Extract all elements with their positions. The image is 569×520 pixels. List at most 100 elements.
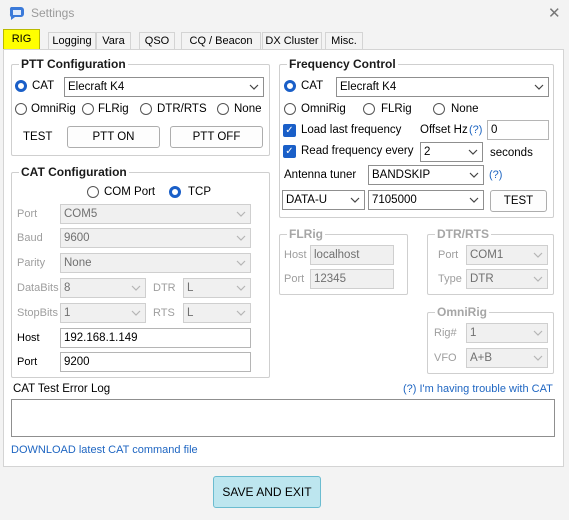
chevron-down-icon <box>236 235 246 241</box>
parity-select[interactable]: None <box>60 253 251 273</box>
chevron-down-icon <box>533 252 543 258</box>
cat-error-log-textarea[interactable] <box>11 399 555 437</box>
ptt-omnirig-radio[interactable] <box>15 103 27 115</box>
tab-cq-beacon[interactable]: CQ / Beacon <box>181 32 261 50</box>
dtr-label: DTR <box>153 282 176 294</box>
tab-rig[interactable]: RIG <box>3 29 40 50</box>
chevron-down-icon <box>469 172 479 178</box>
freq-flrig-radio[interactable] <box>363 103 375 115</box>
com-port-radio[interactable] <box>87 186 99 198</box>
ptt-cat-select[interactable]: Elecraft K4 <box>64 77 264 97</box>
freq-cat-radio[interactable] <box>284 80 296 92</box>
rts-value: L <box>187 307 194 319</box>
tab-qso[interactable]: QSO <box>139 32 175 50</box>
freq-omnirig-radio[interactable] <box>284 103 296 115</box>
chat-bubble-icon <box>9 7 24 20</box>
freq-none-radio[interactable] <box>433 103 445 115</box>
save-and-exit-button[interactable]: SAVE AND EXIT <box>213 476 321 508</box>
stopbits-label: StopBits <box>17 307 58 319</box>
download-cat-command-link[interactable]: DOWNLOAD latest CAT command file <box>11 444 198 456</box>
baud-select[interactable]: 9600 <box>60 228 251 248</box>
chevron-down-icon <box>533 276 543 282</box>
omnirig-rig-select[interactable]: 1 <box>466 323 548 343</box>
flrig-port-input[interactable]: 12345 <box>310 269 394 289</box>
dtrrts-type-label: Type <box>438 273 462 285</box>
dtrrts-type-select[interactable]: DTR <box>466 269 548 289</box>
ptt-dtr-rts-radio[interactable] <box>140 103 152 115</box>
databits-select[interactable]: 8 <box>60 278 146 298</box>
dtrrts-port-label: Port <box>438 249 459 261</box>
omnirig-vfo-label: VFO <box>434 352 457 364</box>
test-frequency-select[interactable]: 7105000 <box>368 190 484 210</box>
read-interval-value: 2 <box>424 146 431 158</box>
omnirig-rig-label: Rig# <box>434 327 457 339</box>
tuner-help-link[interactable]: (?) <box>489 169 502 181</box>
tab-logging[interactable]: Logging <box>48 32 96 50</box>
chevron-down-icon <box>131 310 141 316</box>
omnirig-vfo-select[interactable]: A+B <box>466 348 548 368</box>
ptt-off-button[interactable]: PTT OFF <box>170 126 263 148</box>
read-frequency-label: Read frequency every <box>301 145 414 157</box>
seconds-label: seconds <box>490 147 533 159</box>
freq-test-button[interactable]: TEST <box>490 190 547 212</box>
host-label: Host <box>17 332 40 344</box>
offset-hz-label: Offset Hz <box>420 124 468 136</box>
dtrrts-port-select[interactable]: COM1 <box>466 245 548 265</box>
checkmark-icon: ✓ <box>285 146 294 157</box>
chevron-down-icon <box>236 211 246 217</box>
baud-value: 9600 <box>64 232 90 244</box>
chevron-down-icon <box>469 197 479 203</box>
mode-value: DATA-U <box>286 194 328 206</box>
chevron-down-icon <box>533 330 543 336</box>
freq-omnirig-label: OmniRig <box>301 103 346 115</box>
offset-help-link[interactable]: (?) <box>469 124 482 136</box>
tab-misc[interactable]: Misc. <box>325 32 363 50</box>
freq-cat-value: Elecraft K4 <box>340 81 397 93</box>
cat-title: CAT Configuration <box>19 165 129 179</box>
flrig-port-label: Port <box>284 273 305 285</box>
ptt-none-radio[interactable] <box>217 103 229 115</box>
omnirig-vfo-value: A+B <box>470 352 493 364</box>
chevron-down-icon <box>534 84 544 90</box>
checkmark-icon: ✓ <box>285 125 294 136</box>
cat-port-select[interactable]: COM5 <box>60 204 251 224</box>
chevron-down-icon <box>249 84 259 90</box>
tab-vara[interactable]: Vara <box>96 32 131 50</box>
tcp-radio[interactable] <box>169 186 181 198</box>
ptt-cat-radio[interactable] <box>15 80 27 92</box>
parity-value: None <box>64 257 92 269</box>
tab-dx-cluster[interactable]: DX Cluster <box>262 32 322 50</box>
stopbits-select[interactable]: 1 <box>60 303 146 323</box>
freq-flrig-label: FLRig <box>381 103 412 115</box>
load-last-frequency-checkbox[interactable]: ✓ <box>283 124 296 137</box>
omnirig-rig-value: 1 <box>470 327 477 339</box>
ptt-flrig-radio[interactable] <box>82 103 94 115</box>
ptt-none-label: None <box>234 103 262 115</box>
parity-label: Parity <box>17 257 46 269</box>
tcp-port-input[interactable]: 9200 <box>60 352 251 372</box>
offset-hz-input[interactable]: 0 <box>487 120 549 140</box>
freq-cat-select[interactable]: Elecraft K4 <box>336 77 549 97</box>
cat-help-link[interactable]: (?) I'm having trouble with CAT <box>403 383 553 395</box>
host-input[interactable]: 192.168.1.149 <box>60 328 251 348</box>
dtr-select[interactable]: L <box>183 278 251 298</box>
window-title: Settings <box>31 6 75 20</box>
ptt-cat-label: CAT <box>32 80 55 92</box>
ptt-test-label[interactable]: TEST <box>23 131 52 143</box>
read-interval-select[interactable]: 2 <box>420 142 483 162</box>
read-frequency-checkbox[interactable]: ✓ <box>283 145 296 158</box>
stopbits-value: 1 <box>64 307 71 319</box>
rts-select[interactable]: L <box>183 303 251 323</box>
chevron-down-icon <box>131 285 141 291</box>
mode-select[interactable]: DATA-U <box>282 190 365 210</box>
baud-label: Baud <box>17 232 43 244</box>
antenna-tuner-select[interactable]: BANDSKIP <box>368 165 484 185</box>
freq-none-label: None <box>451 103 479 115</box>
ptt-on-button[interactable]: PTT ON <box>67 126 160 148</box>
cat-test-error-log-label: CAT Test Error Log <box>13 383 111 395</box>
tcp-port-label: Port <box>17 356 38 368</box>
flrig-host-input[interactable]: localhost <box>310 245 394 265</box>
title-bar <box>0 0 569 30</box>
freq-title: Frequency Control <box>287 57 398 71</box>
close-button[interactable]: ✕ <box>548 4 561 22</box>
